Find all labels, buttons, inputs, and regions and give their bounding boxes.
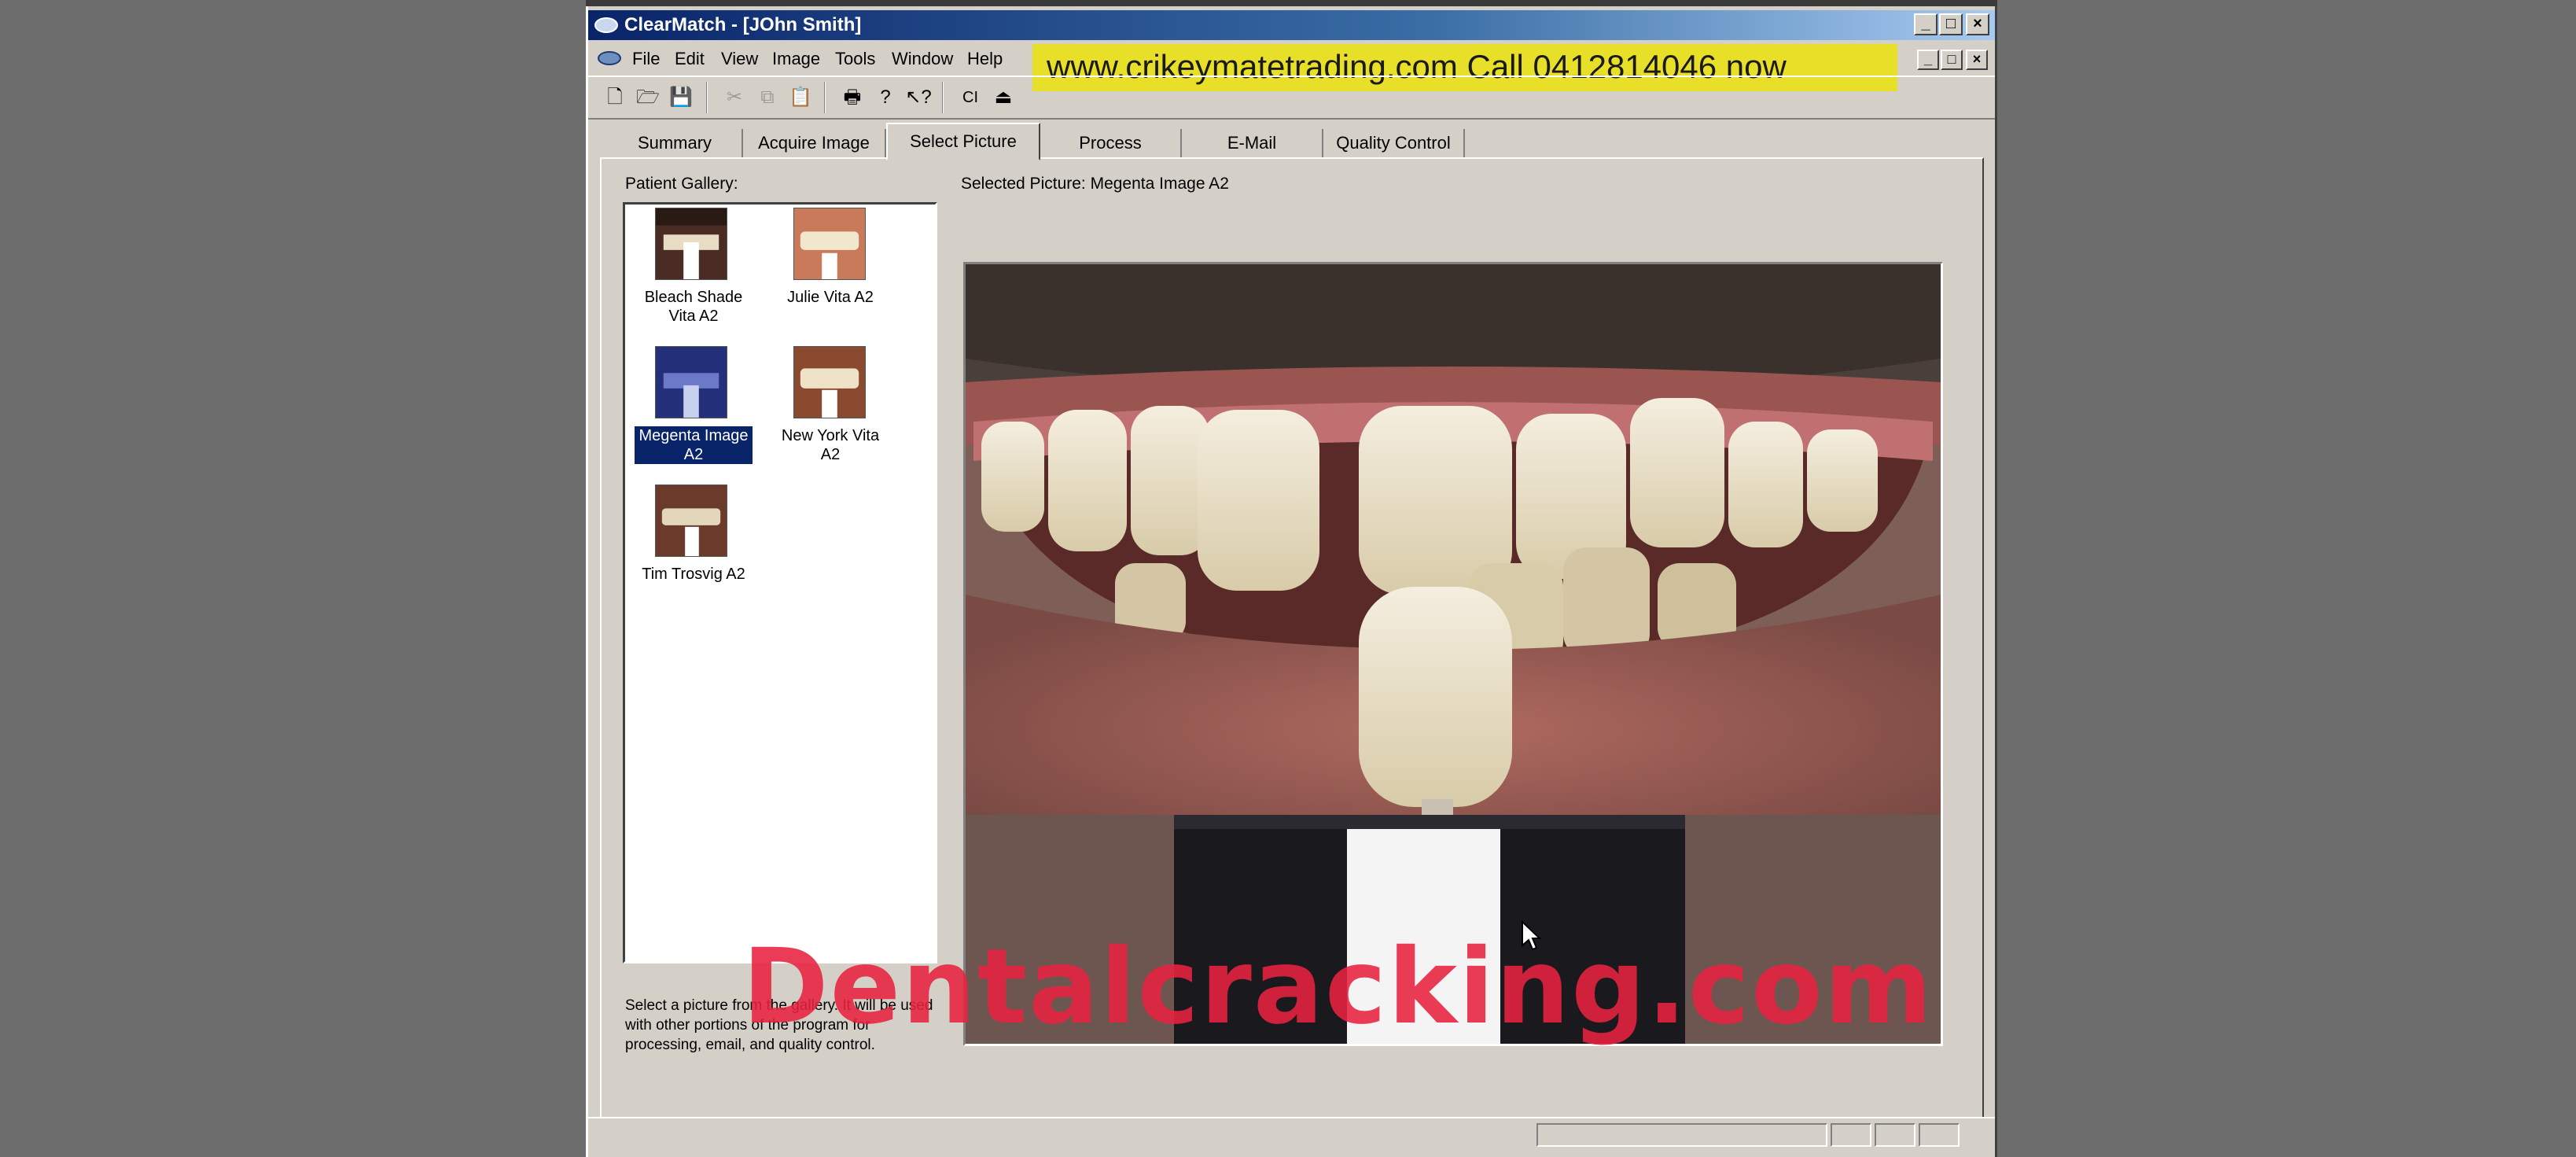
gallery-thumbnail-selected[interactable] bbox=[655, 346, 727, 418]
right-letterbox bbox=[1997, 0, 2576, 1157]
tab-strip: Summary Acquire Image Select Picture Pro… bbox=[600, 123, 1984, 160]
menu-view[interactable]: View bbox=[721, 42, 758, 76]
teeth-thumbnail-icon bbox=[656, 208, 727, 279]
document-icon[interactable] bbox=[598, 51, 621, 65]
doc-close-button[interactable]: × bbox=[1966, 50, 1988, 70]
gallery-caption[interactable]: Julie Vita A2 bbox=[771, 288, 889, 307]
gallery-thumbnail[interactable] bbox=[793, 208, 866, 280]
eject-icon[interactable]: ⏏ bbox=[988, 82, 1019, 113]
selected-picture-label: Selected Picture: Megenta Image A2 bbox=[961, 175, 1229, 193]
teeth-thumbnail-icon bbox=[794, 347, 865, 418]
ci-icon[interactable]: CI bbox=[955, 82, 986, 113]
watermark: Dentalcracking.com bbox=[742, 927, 1934, 1048]
gallery-caption[interactable]: New York Vita A2 bbox=[771, 426, 889, 464]
teeth-thumbnail-icon bbox=[794, 208, 865, 279]
close-button[interactable]: × bbox=[1966, 13, 1989, 35]
tab-select-picture[interactable]: Select Picture bbox=[886, 123, 1040, 160]
app-icon bbox=[594, 17, 618, 33]
toolbar-separator bbox=[824, 82, 826, 113]
tab-acquire-image[interactable]: Acquire Image bbox=[743, 129, 886, 159]
menu-file[interactable]: File bbox=[632, 42, 660, 76]
gallery-caption[interactable]: Tim Trosvig A2 bbox=[635, 565, 753, 584]
status-bar bbox=[588, 1117, 1995, 1151]
gallery-caption-selected[interactable]: Megenta Image A2 bbox=[634, 426, 753, 465]
status-pane bbox=[1875, 1123, 1915, 1147]
menu-tools[interactable]: Tools bbox=[835, 42, 875, 76]
menu-edit[interactable]: Edit bbox=[675, 42, 705, 76]
gallery-thumbnail[interactable] bbox=[655, 485, 727, 557]
window-title: ClearMatch - [JOhn Smith] bbox=[624, 14, 862, 35]
tab-email[interactable]: E-Mail bbox=[1182, 129, 1323, 159]
title-bar[interactable]: ClearMatch - [JOhn Smith] _ □ × bbox=[588, 10, 1995, 40]
teeth-thumbnail-icon bbox=[656, 485, 727, 556]
status-pane bbox=[1919, 1123, 1960, 1147]
patient-gallery[interactable]: Bleach Shade Vita A2 Julie Vita A2 Megen… bbox=[623, 202, 937, 964]
context-help-icon[interactable]: ↖? bbox=[903, 82, 934, 113]
gallery-thumbnail[interactable] bbox=[793, 346, 866, 418]
left-letterbox bbox=[0, 0, 586, 1157]
minimize-button[interactable]: _ bbox=[1914, 13, 1938, 35]
cut-icon[interactable]: ✂ bbox=[719, 82, 750, 113]
tab-summary[interactable]: Summary bbox=[608, 129, 743, 159]
gallery-caption[interactable]: Bleach Shade Vita A2 bbox=[635, 288, 753, 326]
mouse-pointer-icon bbox=[1522, 920, 1541, 951]
gallery-label: Patient Gallery: bbox=[625, 175, 738, 193]
open-folder-icon[interactable]: 🗁 bbox=[632, 82, 664, 113]
tab-process[interactable]: Process bbox=[1040, 129, 1182, 159]
print-icon[interactable]: 🖶 bbox=[837, 82, 868, 113]
toolbar-separator bbox=[942, 82, 944, 113]
save-icon[interactable]: 💾 bbox=[665, 82, 697, 113]
menu-window[interactable]: Window bbox=[892, 42, 953, 76]
copy-icon[interactable]: ⧉ bbox=[752, 82, 783, 113]
menu-image[interactable]: Image bbox=[772, 42, 820, 76]
status-pane bbox=[1831, 1123, 1871, 1147]
toolbar-separator bbox=[706, 82, 708, 113]
toolbar: 🗋 🗁 💾 ✂ ⧉ 📋 🖶 ? ↖? CI ⏏ bbox=[588, 76, 1995, 120]
doc-restore-button[interactable]: □ bbox=[1941, 50, 1963, 70]
status-pane bbox=[1536, 1123, 1827, 1147]
help-icon[interactable]: ? bbox=[870, 82, 901, 113]
paste-icon[interactable]: 📋 bbox=[785, 82, 816, 113]
teeth-thumbnail-icon bbox=[656, 347, 727, 418]
tab-quality-control[interactable]: Quality Control bbox=[1323, 129, 1465, 159]
screen: ClearMatch - [JOhn Smith] _ □ × File Edi… bbox=[0, 0, 2576, 1157]
new-file-icon[interactable]: 🗋 bbox=[599, 82, 631, 113]
menu-help[interactable]: Help bbox=[967, 42, 1003, 76]
doc-minimize-button[interactable]: _ bbox=[1917, 50, 1939, 70]
maximize-button[interactable]: □ bbox=[1939, 13, 1963, 35]
gallery-thumbnail[interactable] bbox=[655, 208, 727, 280]
